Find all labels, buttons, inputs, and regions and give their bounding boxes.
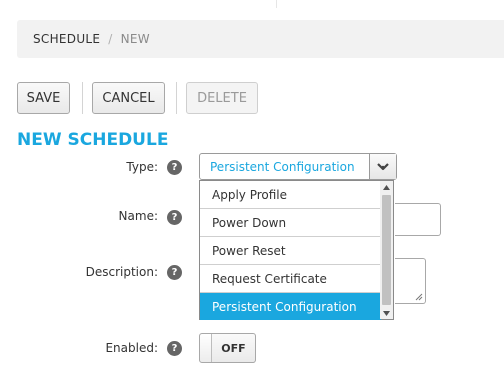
enabled-label: Enabled: [105, 341, 158, 355]
cancel-button[interactable]: CANCEL [92, 82, 165, 114]
breadcrumb: SCHEDULE / NEW [17, 20, 504, 58]
dropdown-scrollbar[interactable] [380, 181, 393, 319]
option-persistent-configuration[interactable]: Persistent Configuration [200, 293, 381, 320]
description-textarea[interactable] [395, 258, 426, 304]
type-select-value: Persistent Configuration [210, 159, 355, 174]
resize-grip-icon[interactable] [415, 293, 423, 301]
delete-button[interactable]: DELETE [186, 82, 258, 114]
name-label: Name: [118, 209, 158, 223]
option-power-reset[interactable]: Power Reset [200, 237, 381, 265]
description-label: Description: [85, 265, 158, 279]
toolbar-divider [82, 82, 83, 114]
chevron-down-icon[interactable] [369, 154, 396, 179]
top-divider [276, 0, 277, 8]
page-title: NEW SCHEDULE [17, 130, 169, 150]
option-request-certificate[interactable]: Request Certificate [200, 265, 381, 293]
help-icon[interactable]: ? [167, 210, 182, 225]
toolbar-divider [176, 82, 177, 114]
scrollbar-thumb[interactable] [382, 195, 391, 305]
arrow-down-icon[interactable] [380, 307, 393, 319]
help-icon[interactable]: ? [167, 160, 182, 175]
save-button[interactable]: SAVE [17, 82, 70, 114]
option-power-down[interactable]: Power Down [200, 209, 381, 237]
option-apply-profile[interactable]: Apply Profile [200, 181, 381, 209]
enabled-toggle[interactable]: OFF [199, 333, 256, 363]
breadcrumb-item-schedule[interactable]: SCHEDULE [33, 32, 100, 46]
type-select[interactable]: Persistent Configuration [199, 153, 397, 180]
breadcrumb-item-new: NEW [120, 32, 150, 46]
arrow-up-icon[interactable] [380, 181, 393, 193]
type-dropdown-list[interactable]: Apply Profile Power Down Power Reset Req… [199, 180, 394, 320]
toggle-knob[interactable] [200, 334, 212, 362]
breadcrumb-separator: / [108, 32, 113, 46]
toggle-state-label: OFF [221, 341, 246, 355]
type-label: Type: [126, 160, 158, 174]
help-icon[interactable]: ? [167, 341, 182, 356]
name-input[interactable] [395, 203, 441, 236]
help-icon[interactable]: ? [167, 265, 182, 280]
